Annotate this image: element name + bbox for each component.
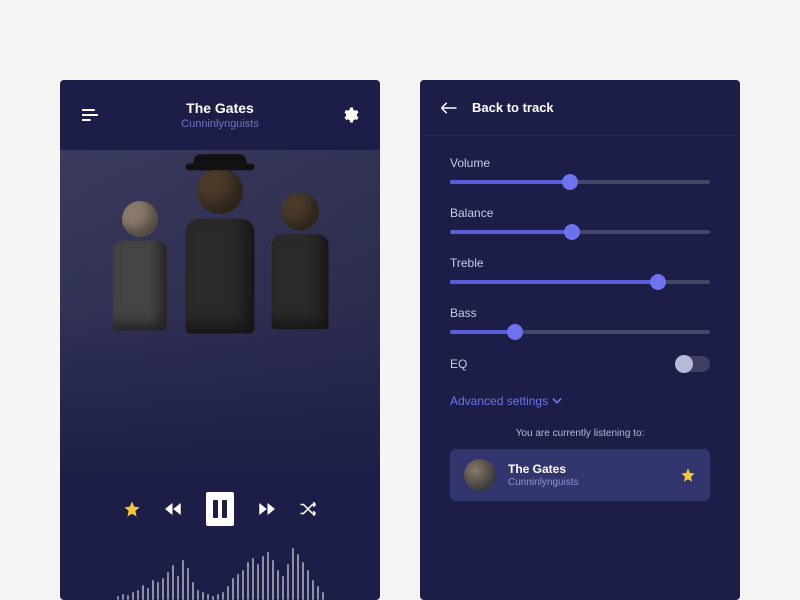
advanced-settings-link[interactable]: Advanced settings [450,394,710,408]
gear-icon[interactable] [340,105,360,125]
now-playing-section: You are currently listening to: The Gate… [420,428,740,531]
wave-bar [142,585,144,600]
wave-bar [122,594,124,600]
waveform[interactable] [60,540,380,600]
chevron-down-icon [552,397,562,405]
pause-icon [213,500,218,518]
treble-slider[interactable] [450,280,710,284]
rewind-button[interactable] [164,499,184,519]
wave-bar [117,596,119,600]
wave-bar [207,594,209,600]
track-artist: Cunninlynguists [100,118,340,130]
wave-bar [147,588,149,600]
now-playing-artist: Cunninlynguists [508,477,668,488]
wave-bar [212,596,214,600]
balance-slider-group: Balance [450,206,710,234]
bass-slider[interactable] [450,330,710,334]
track-title-block: The Gates Cunninlynguists [100,100,340,130]
forward-button[interactable] [256,499,276,519]
now-playing-title: The Gates [508,462,668,476]
now-playing-thumb [464,459,496,491]
pause-button[interactable] [206,492,234,526]
wave-bar [312,580,314,600]
treble-slider-group: Treble [450,256,710,284]
volume-slider-group: Volume [450,156,710,184]
wave-bar [322,592,324,600]
wave-bar [267,552,269,600]
volume-slider[interactable] [450,180,710,184]
wave-bar [242,570,244,600]
bass-slider-group: Bass [450,306,710,334]
now-playing-label: You are currently listening to: [450,428,710,439]
star-icon[interactable] [680,467,696,483]
wave-bar [172,565,174,600]
wave-bar [272,560,274,600]
settings-screen: Back to track Volume Balance Treble [420,80,740,600]
back-arrow-icon [440,101,458,115]
wave-bar [237,574,239,600]
wave-bar [307,570,309,600]
menu-icon[interactable] [80,105,100,125]
toggle-knob [675,355,693,373]
back-to-track-button[interactable]: Back to track [420,80,740,136]
shuffle-button[interactable] [298,499,318,519]
wave-bar [262,556,264,600]
favorite-button[interactable] [122,499,142,519]
eq-row: EQ [450,356,710,372]
wave-bar [137,590,139,600]
player-screen: The Gates Cunninlynguists [60,80,380,600]
bass-label: Bass [450,306,710,320]
wave-bar [232,578,234,600]
wave-bar [257,564,259,600]
back-label: Back to track [472,100,554,115]
wave-bar [202,592,204,600]
wave-bar [157,582,159,600]
playback-controls [60,474,380,540]
now-playing-card[interactable]: The Gates Cunninlynguists [450,449,710,501]
wave-bar [317,586,319,600]
wave-bar [187,568,189,600]
balance-slider[interactable] [450,230,710,234]
wave-bar [277,570,279,600]
sliders-section: Volume Balance Treble [420,136,740,428]
volume-label: Volume [450,156,710,170]
wave-bar [177,576,179,600]
treble-label: Treble [450,256,710,270]
eq-label: EQ [450,357,467,371]
wave-bar [222,592,224,600]
track-title: The Gates [100,100,340,116]
wave-bar [217,594,219,600]
wave-bar [227,586,229,600]
wave-bar [302,562,304,600]
wave-bar [292,548,294,600]
wave-bar [282,576,284,600]
eq-toggle[interactable] [676,356,710,372]
player-header: The Gates Cunninlynguists [60,80,380,150]
wave-bar [287,564,289,600]
wave-bar [127,595,129,600]
wave-bar [132,592,134,600]
wave-bar [182,560,184,600]
wave-bar [192,582,194,600]
wave-bar [152,580,154,600]
album-artwork [60,150,380,474]
wave-bar [162,578,164,600]
wave-bar [167,572,169,600]
wave-bar [197,590,199,600]
wave-bar [252,558,254,600]
balance-label: Balance [450,206,710,220]
wave-bar [297,554,299,600]
wave-bar [247,562,249,600]
